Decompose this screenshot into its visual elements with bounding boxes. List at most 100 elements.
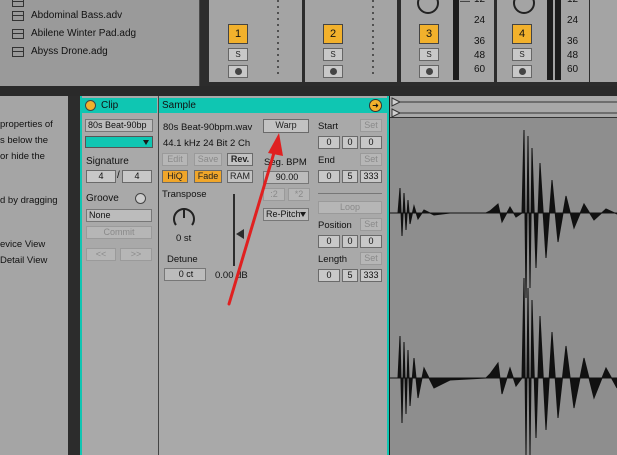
length-label: Length: [318, 254, 348, 265]
seg-bpm-field[interactable]: 90.00: [263, 171, 309, 184]
arm-button[interactable]: [228, 65, 248, 78]
signature-label: Signature: [86, 156, 129, 167]
half-tempo-button[interactable]: :2: [263, 188, 285, 201]
waveform-display[interactable]: [390, 96, 617, 455]
sample-header-title: Sample: [162, 100, 196, 111]
length-sixteenths[interactable]: 333: [360, 269, 382, 282]
length-set-button[interactable]: Set: [360, 252, 382, 265]
start-set-button[interactable]: Set: [360, 119, 382, 132]
signature-numerator[interactable]: 4: [86, 170, 116, 183]
solo-button[interactable]: S: [323, 48, 343, 61]
position-bars[interactable]: 0: [318, 235, 340, 248]
end-beats[interactable]: 5: [342, 170, 358, 183]
divider: [0, 86, 617, 96]
divider: [318, 193, 382, 194]
browser-item[interactable]: Abyss Drone.adg: [0, 43, 200, 63]
pan-knob-icon[interactable]: [417, 0, 439, 14]
detune-label: Detune: [167, 254, 198, 265]
clip-activator-icon[interactable]: [85, 100, 96, 111]
ram-button[interactable]: RAM: [227, 170, 253, 183]
save-button[interactable]: Save: [194, 153, 222, 166]
arm-button[interactable]: [512, 65, 532, 78]
track-activator-1[interactable]: 1: [228, 24, 248, 44]
clip-color-selector[interactable]: [85, 136, 153, 148]
arrow-right-icon[interactable]: ➜: [369, 99, 382, 112]
fader-track[interactable]: [372, 0, 374, 78]
end-sixteenths[interactable]: 333: [360, 170, 382, 183]
start-beats[interactable]: 0: [342, 136, 358, 149]
clip-header-title: Clip: [101, 100, 119, 111]
position-beats[interactable]: 0: [342, 235, 358, 248]
arm-button[interactable]: [419, 65, 439, 78]
sample-header: Sample ➜: [159, 98, 387, 113]
gain-slider-track[interactable]: [233, 194, 235, 266]
position-set-button[interactable]: Set: [360, 218, 382, 231]
browser-item-label: Abilene Winter Pad.adg: [31, 28, 137, 39]
track-activator-3[interactable]: 3: [419, 24, 439, 44]
chevron-down-icon: [143, 140, 149, 145]
sample-ruler[interactable]: [390, 96, 617, 118]
fader-track[interactable]: [277, 0, 279, 78]
browser-item-label: Abyss Drone.adg: [31, 46, 108, 57]
hiq-button[interactable]: HiQ: [162, 170, 188, 183]
waveform-icon: [390, 129, 617, 455]
end-label: End: [318, 155, 335, 166]
info-text: properties of: [0, 119, 53, 130]
level-meter: [555, 0, 561, 80]
transpose-value: 0 st: [176, 233, 192, 244]
warp-mode-select[interactable]: Re-Pitch: [263, 208, 309, 221]
sample-filename: 80s Beat-90bpm.wav: [163, 122, 253, 133]
pan-knob-icon[interactable]: [513, 0, 535, 14]
file-icon: [12, 0, 24, 7]
length-bars[interactable]: 0: [318, 269, 340, 282]
groove-hot-swap-icon[interactable]: [135, 193, 146, 204]
info-text: d by dragging: [0, 195, 58, 206]
end-set-button[interactable]: Set: [360, 153, 382, 166]
signature-denominator[interactable]: 4: [122, 170, 152, 183]
mixer-strip-4: 4 S 12 24 36 48 60: [497, 0, 589, 82]
position-sixteenths[interactable]: 0: [360, 235, 382, 248]
seg-bpm-label: Seg. BPM: [264, 157, 307, 168]
file-icon: [12, 11, 24, 21]
solo-button[interactable]: S: [419, 48, 439, 61]
mixer-strip-2: 2 S: [305, 0, 397, 82]
fade-button[interactable]: Fade: [194, 170, 222, 183]
gain-value: 0.00 dB: [215, 270, 248, 281]
commit-button[interactable]: Commit: [86, 226, 152, 239]
groove-label: Groove: [86, 193, 119, 204]
transpose-label: Transpose: [162, 189, 207, 200]
start-bars[interactable]: 0: [318, 136, 340, 149]
info-text: evice View: [0, 239, 46, 250]
nudge-forward-button[interactable]: >>: [120, 248, 152, 261]
solo-button[interactable]: S: [512, 48, 532, 61]
length-beats[interactable]: 5: [342, 269, 358, 282]
clip-name-field[interactable]: 80s Beat-90bp: [85, 119, 153, 132]
edit-button[interactable]: Edit: [162, 153, 188, 166]
solo-button[interactable]: S: [228, 48, 248, 61]
info-text: s below the: [0, 135, 49, 146]
end-bars[interactable]: 0: [318, 170, 340, 183]
mixer-strip-1: 1 S: [209, 0, 302, 82]
reverse-button[interactable]: Rev.: [227, 153, 253, 166]
position-label: Position: [318, 220, 352, 231]
level-meter: [453, 0, 459, 80]
divider: [68, 96, 80, 455]
browser-panel: Abdominal Bass.adv Abilene Winter Pad.ad…: [0, 0, 200, 86]
groove-selector[interactable]: None: [86, 209, 152, 222]
warp-button[interactable]: Warp: [263, 119, 309, 133]
transpose-knob-icon[interactable]: [172, 206, 196, 230]
arm-button[interactable]: [323, 65, 343, 78]
start-sixteenths[interactable]: 0: [360, 136, 382, 149]
level-meter: [547, 0, 553, 80]
double-tempo-button[interactable]: *2: [288, 188, 310, 201]
track-activator-2[interactable]: 2: [323, 24, 343, 44]
nudge-back-button[interactable]: <<: [86, 248, 116, 261]
browser-item[interactable]: Abilene Winter Pad.adg: [0, 25, 200, 45]
loop-button[interactable]: Loop: [318, 201, 382, 214]
info-text: or hide the: [0, 151, 45, 162]
detune-field[interactable]: 0 ct: [164, 268, 206, 281]
track-activator-4[interactable]: 4: [512, 24, 532, 44]
gain-slider-handle-icon[interactable]: [236, 229, 244, 239]
browser-item-label: Abdominal Bass.adv: [31, 10, 123, 21]
browser-item[interactable]: Abdominal Bass.adv: [0, 7, 200, 27]
